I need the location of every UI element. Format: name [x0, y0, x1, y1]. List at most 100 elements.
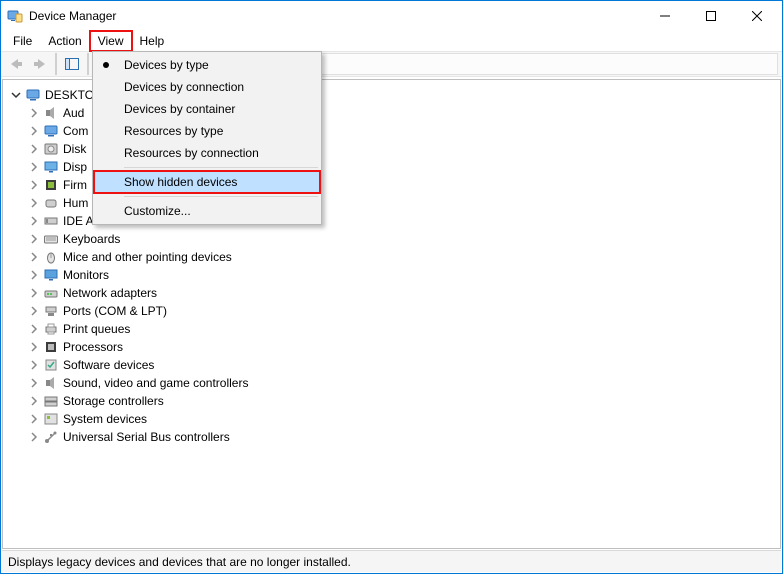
tree-node[interactable]: Ports (COM & LPT): [7, 302, 776, 320]
tree-node-label: Sound, video and game controllers: [63, 374, 248, 392]
expand-icon[interactable]: [27, 430, 41, 444]
expand-icon[interactable]: [27, 106, 41, 120]
menu-item-label: Resources by type: [124, 124, 223, 138]
menu-file-label: File: [13, 34, 32, 48]
tree-node[interactable]: Processors: [7, 338, 776, 356]
collapse-icon[interactable]: [9, 88, 23, 102]
expand-icon[interactable]: [27, 232, 41, 246]
menu-file[interactable]: File: [5, 31, 40, 51]
tree-node[interactable]: System devices: [7, 410, 776, 428]
menu-view[interactable]: View: [90, 31, 132, 51]
usb-icon: [43, 429, 59, 445]
tree-node-label: System devices: [63, 410, 147, 428]
tree-node-label: Software devices: [63, 356, 154, 374]
keyboard-icon: [43, 231, 59, 247]
tree-root-label: DESKTO: [45, 86, 94, 104]
maximize-button[interactable]: [688, 1, 734, 31]
tree-node[interactable]: Storage controllers: [7, 392, 776, 410]
hid-icon: [43, 195, 59, 211]
expand-icon[interactable]: [27, 322, 41, 336]
cpu-icon: [43, 339, 59, 355]
statusbar-text: Displays legacy devices and devices that…: [8, 555, 351, 569]
ide-icon: [43, 213, 59, 229]
tree-node-label: Universal Serial Bus controllers: [63, 428, 230, 446]
window-title: Device Manager: [29, 9, 116, 23]
menu-item[interactable]: Devices by type: [94, 54, 320, 76]
tree-node-label: Print queues: [63, 320, 130, 338]
expand-icon[interactable]: [27, 268, 41, 282]
menu-item[interactable]: Show hidden devices: [94, 171, 320, 193]
menu-item[interactable]: Resources by connection: [94, 142, 320, 164]
tree-node-label: Firm: [63, 176, 87, 194]
tree-node-label: Disk: [63, 140, 86, 158]
back-button[interactable]: [5, 53, 27, 75]
bullet-icon: [103, 62, 109, 68]
display-icon: [43, 159, 59, 175]
menu-action-label: Action: [48, 34, 81, 48]
menu-item-label: Customize...: [124, 204, 191, 218]
menubar: File Action View Help: [1, 31, 782, 51]
view-dropdown: Devices by type Devices by connection Devi…: [92, 51, 322, 225]
tree-node-label: Ports (COM & LPT): [63, 302, 167, 320]
titlebar: Device Manager: [1, 1, 782, 31]
menu-item[interactable]: Customize...: [94, 200, 320, 222]
mouse-icon: [43, 249, 59, 265]
menu-item[interactable]: Resources by type: [94, 120, 320, 142]
minimize-button[interactable]: [642, 1, 688, 31]
computer-icon: [25, 87, 41, 103]
forward-button[interactable]: [29, 53, 51, 75]
menu-item-label: Show hidden devices: [124, 175, 237, 189]
expand-icon[interactable]: [27, 394, 41, 408]
expand-icon[interactable]: [27, 142, 41, 156]
tree-node[interactable]: Monitors: [7, 266, 776, 284]
menu-item[interactable]: Devices by connection: [94, 76, 320, 98]
menu-view-label: View: [98, 34, 124, 48]
tree-node[interactable]: Keyboards: [7, 230, 776, 248]
menu-item[interactable]: Devices by container: [94, 98, 320, 120]
tree-node-label: Aud: [63, 104, 84, 122]
tree-node-label: Storage controllers: [63, 392, 164, 410]
tree-node-label: Monitors: [63, 266, 109, 284]
tree-node-label: IDE A: [63, 212, 94, 230]
network-icon: [43, 285, 59, 301]
expand-icon[interactable]: [27, 304, 41, 318]
expand-icon[interactable]: [27, 376, 41, 390]
tree-node-label: Mice and other pointing devices: [63, 248, 232, 266]
tree-node-label: Com: [63, 122, 88, 140]
menu-action[interactable]: Action: [40, 31, 89, 51]
expand-icon[interactable]: [27, 160, 41, 174]
expand-icon[interactable]: [27, 214, 41, 228]
menu-item-label: Devices by container: [124, 102, 235, 116]
menu-help[interactable]: Help: [132, 31, 173, 51]
statusbar: Displays legacy devices and devices that…: [2, 550, 781, 572]
tree-node[interactable]: Mice and other pointing devices: [7, 248, 776, 266]
speaker-icon: [43, 375, 59, 391]
menu-item-label: Resources by connection: [124, 146, 259, 160]
expand-icon[interactable]: [27, 358, 41, 372]
tree-node[interactable]: Universal Serial Bus controllers: [7, 428, 776, 446]
speaker-icon: [43, 105, 59, 121]
show-hide-console-tree-button[interactable]: [61, 53, 83, 75]
menu-item-label: Devices by connection: [124, 80, 244, 94]
tree-node-label: Hum: [63, 194, 88, 212]
expand-icon[interactable]: [27, 178, 41, 192]
expand-icon[interactable]: [27, 250, 41, 264]
toolbar-separator: [87, 53, 89, 75]
menu-help-label: Help: [140, 34, 165, 48]
expand-icon[interactable]: [27, 124, 41, 138]
device-manager-icon: [7, 8, 23, 24]
expand-icon[interactable]: [27, 196, 41, 210]
expand-icon[interactable]: [27, 286, 41, 300]
tree-node[interactable]: Network adapters: [7, 284, 776, 302]
tree-node[interactable]: Software devices: [7, 356, 776, 374]
disk-icon: [43, 141, 59, 157]
tree-node-label: Disp: [63, 158, 87, 176]
expand-icon[interactable]: [27, 340, 41, 354]
system-icon: [43, 411, 59, 427]
software-icon: [43, 357, 59, 373]
close-button[interactable]: [734, 1, 780, 31]
expand-icon[interactable]: [27, 412, 41, 426]
tree-node[interactable]: Sound, video and game controllers: [7, 374, 776, 392]
menu-separator: [124, 167, 318, 168]
tree-node[interactable]: Print queues: [7, 320, 776, 338]
